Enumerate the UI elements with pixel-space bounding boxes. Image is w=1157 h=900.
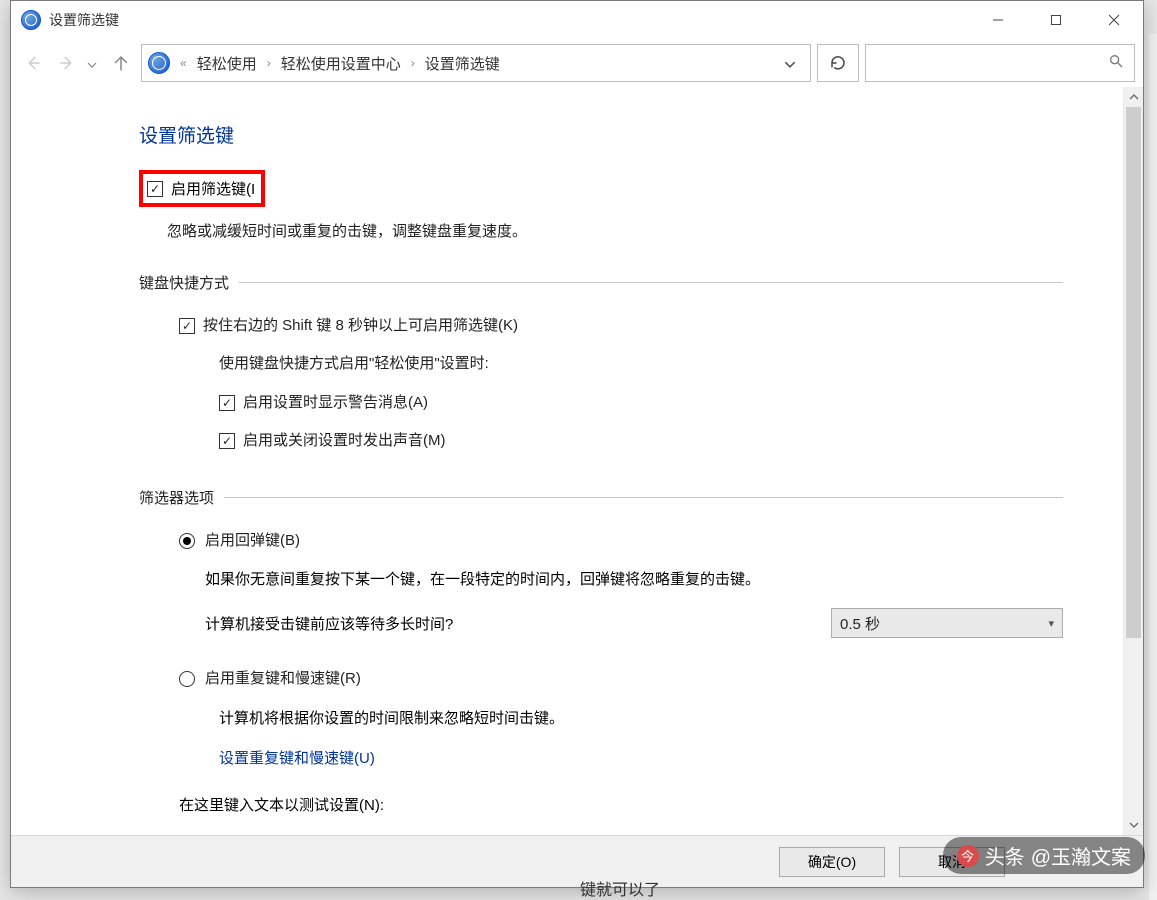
enable-filterkeys-checkbox[interactable] [147,181,163,197]
shortcut-note: 使用键盘快捷方式启用"轻松使用"设置时: [219,353,489,376]
enable-filterkeys-highlight: 启用筛选键(I [139,170,265,207]
watermark-text: @玉瀚文案 [1031,841,1131,870]
repeat-slow-link[interactable]: 设置重复键和慢速键(U) [219,747,1063,768]
arrow-right-icon [58,54,76,72]
wait-label: 计算机接受击键前应该等待多长时间? [205,613,831,634]
sound-row: 启用或关闭设置时发出声音(M) [219,430,1063,453]
bounce-label: 启用回弹键(B) [205,530,300,553]
arrow-left-icon [24,54,42,72]
shift8-label: 按住右边的 Shift 键 8 秒钟以上可启用筛选键(K) [203,315,518,338]
scroll-track[interactable] [1124,107,1143,815]
app-icon [21,10,41,30]
divider [224,497,1063,498]
warn-row: 启用设置时显示警告消息(A) [219,392,1063,415]
address-bar[interactable]: « 轻松使用 › 轻松使用设置中心 › 设置筛选键 [141,44,811,82]
wait-value: 0.5 秒 [840,613,1048,634]
content-area: 设置筛选键 启用筛选键(I 忽略或减缓短时间或重复的击键，调整键盘重复速度。 键… [11,87,1123,835]
up-button[interactable] [107,49,135,77]
breadcrumb-item[interactable]: 轻松使用设置中心 [281,53,401,74]
bounce-radio[interactable] [179,533,195,549]
shortcut-note-row: 使用键盘快捷方式启用"轻松使用"设置时: [219,353,1063,376]
breadcrumb-sep: « [180,56,187,70]
close-button[interactable] [1085,1,1143,39]
bounce-row: 启用回弹键(B) [179,530,1063,553]
breadcrumb-item[interactable]: 轻松使用 [197,53,257,74]
arrow-up-icon [112,54,130,72]
scrollbar[interactable] [1123,87,1143,835]
shift8-checkbox[interactable] [179,318,195,334]
warn-checkbox[interactable] [219,395,235,411]
refresh-button[interactable] [817,44,859,82]
maximize-icon [1050,14,1062,26]
breadcrumb-sep: › [411,56,415,70]
background-text: 键就可以了 [580,876,660,900]
page-title: 设置筛选键 [139,121,1063,148]
search-input[interactable] [876,55,1108,71]
sound-checkbox[interactable] [219,433,235,449]
close-icon [1108,14,1120,26]
breadcrumb-sep: › [267,56,271,70]
address-dropdown[interactable] [776,55,804,72]
scroll-thumb[interactable] [1126,107,1141,638]
group-filter-options: 筛选器选项 [139,487,1063,508]
back-button[interactable] [19,49,47,77]
breadcrumb-item[interactable]: 设置筛选键 [425,53,500,74]
group-title: 筛选器选项 [139,487,214,508]
maximize-button[interactable] [1027,1,1085,39]
minimize-icon [992,14,1004,26]
repeat-desc: 计算机将根据你设置的时间限制来忽略短时间击键。 [219,707,1063,731]
chevron-down-icon [87,62,97,68]
window-title: 设置筛选键 [49,10,119,30]
repeat-row: 启用重复键和慢速键(R) [179,668,1063,691]
test-label: 在这里键入文本以测试设置(N): [179,794,1063,815]
recent-dropdown[interactable] [87,55,101,72]
bounce-desc: 如果你无意间重复按下某一个键，在一段特定的时间内，回弹键将忽略重复的击键。 [205,568,1063,592]
location-icon [148,52,170,74]
navbar: « 轻松使用 › 轻松使用设置中心 › 设置筛选键 [11,39,1143,87]
search-box[interactable] [865,44,1135,82]
chevron-down-icon [1129,822,1139,828]
scroll-up-button[interactable] [1124,87,1143,107]
enable-filterkeys-desc: 忽略或减缓短时间或重复的击键，调整键盘重复速度。 [167,221,1063,244]
wait-row: 计算机接受击键前应该等待多长时间? 0.5 秒 ▾ [205,608,1063,638]
chevron-up-icon [1129,94,1139,100]
group-title: 键盘快捷方式 [139,272,229,293]
watermark-logo-icon: 今 [957,845,979,867]
group-keyboard-shortcut: 键盘快捷方式 [139,272,1063,293]
repeat-radio[interactable] [179,671,195,687]
wait-dropdown[interactable]: 0.5 秒 ▾ [831,608,1063,638]
enable-filterkeys-label: 启用筛选键(I [171,178,255,199]
window-controls [969,1,1143,39]
settings-window: 设置筛选键 « 轻松使用 [10,0,1144,888]
refresh-icon [829,54,847,72]
ok-button[interactable]: 确定(O) [779,847,885,877]
shift8-row: 按住右边的 Shift 键 8 秒钟以上可启用筛选键(K) [179,315,1063,338]
repeat-label: 启用重复键和慢速键(R) [205,668,361,691]
chevron-down-icon [784,61,796,68]
scroll-down-button[interactable] [1124,815,1143,835]
minimize-button[interactable] [969,1,1027,39]
watermark-prefix: 头条 [985,841,1025,870]
search-icon[interactable] [1108,53,1124,73]
divider [239,282,1063,283]
watermark: 今 头条 @玉瀚文案 [943,837,1145,874]
warn-label: 启用设置时显示警告消息(A) [243,392,428,415]
titlebar: 设置筛选键 [11,1,1143,39]
forward-button[interactable] [53,49,81,77]
chevron-down-icon: ▾ [1048,617,1054,630]
sound-label: 启用或关闭设置时发出声音(M) [243,430,446,453]
